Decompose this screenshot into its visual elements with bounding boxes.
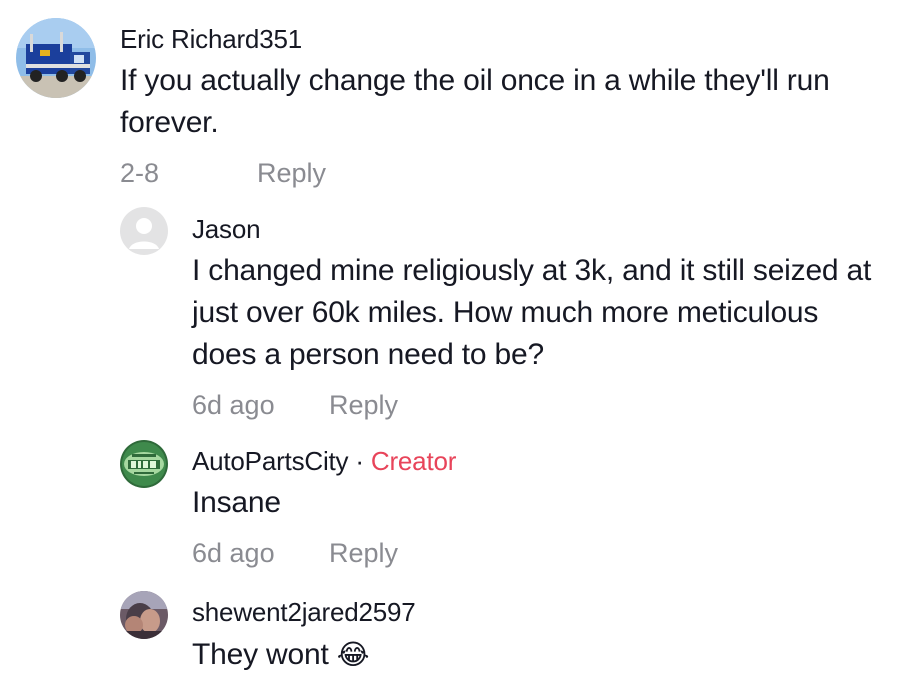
avatar-shewent2jared2597[interactable] <box>120 591 168 639</box>
avatar-eric[interactable] <box>16 18 96 98</box>
avatar-autopartscity[interactable] <box>120 440 168 488</box>
comment-username[interactable]: AutoPartsCity <box>192 446 349 476</box>
creator-separator: · <box>355 446 364 476</box>
comment-date: 6d ago <box>192 390 275 420</box>
truck-photo-icon <box>16 18 96 98</box>
comment-date: 2-8 <box>120 158 160 188</box>
reply-button[interactable]: Reply <box>329 390 398 421</box>
comment-username-row: AutoPartsCity · Creator <box>192 446 456 477</box>
comment-text: They wont <box>192 638 329 671</box>
laughing-emoji-icon: 😂 <box>336 638 370 671</box>
autopartscity-logo-icon <box>120 440 168 488</box>
comment-text: If you actually change the oil once in a… <box>120 64 830 139</box>
comment-text: I changed mine religiously at 3k, and it… <box>192 254 872 371</box>
creator-badge: Creator <box>370 446 457 476</box>
default-user-icon <box>120 207 168 255</box>
comment-username[interactable]: shewent2jared2597 <box>192 597 416 628</box>
reply-button[interactable]: Reply <box>257 158 326 189</box>
reply-button[interactable]: Reply <box>329 538 398 569</box>
comment-text: Insane <box>192 486 281 519</box>
comment-username[interactable]: Jason <box>192 214 261 245</box>
comment-date: 6d ago <box>192 538 275 568</box>
user-photo-icon <box>120 591 168 639</box>
avatar-default[interactable] <box>120 207 168 255</box>
comment-text-row: They wont 😂 <box>192 634 882 676</box>
comment-username[interactable]: Eric Richard351 <box>120 24 302 55</box>
